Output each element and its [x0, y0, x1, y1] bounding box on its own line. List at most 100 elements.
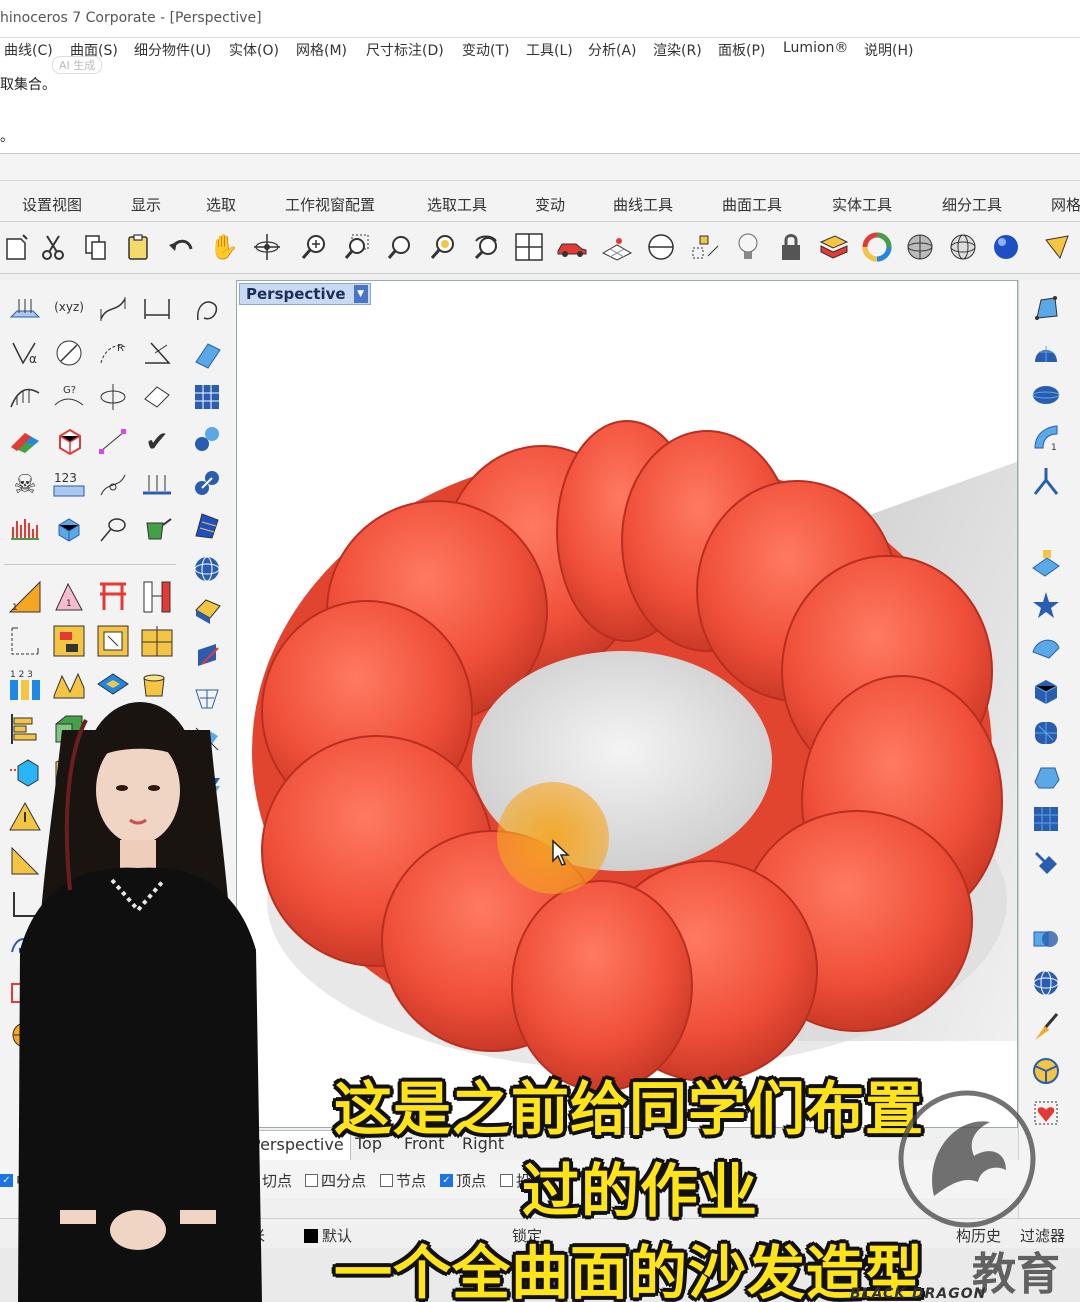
- zoom-selected-icon[interactable]: [426, 230, 460, 264]
- cube-icon[interactable]: [1027, 672, 1065, 710]
- menu-transform[interactable]: 变动(T): [462, 40, 509, 60]
- render-cone-icon[interactable]: [1040, 230, 1074, 264]
- surface-grid-icon[interactable]: [188, 378, 226, 416]
- chamfer-icon[interactable]: 1: [50, 578, 88, 616]
- brush-icon[interactable]: [1027, 1008, 1065, 1046]
- sphere-grid-icon[interactable]: [188, 550, 226, 588]
- angle-measure-icon[interactable]: [138, 334, 176, 372]
- lock-icon[interactable]: [774, 230, 808, 264]
- split-view-icon[interactable]: [138, 622, 176, 660]
- distance-icon[interactable]: [50, 334, 88, 372]
- curvature-graph-icon[interactable]: [6, 378, 44, 416]
- histogram-icon[interactable]: [6, 510, 44, 548]
- control-point-icon[interactable]: [1027, 290, 1065, 328]
- loft-icon[interactable]: [188, 592, 226, 630]
- cplane-icon[interactable]: [644, 230, 678, 264]
- lasso-icon[interactable]: [94, 510, 132, 548]
- star-icon[interactable]: [1027, 586, 1065, 624]
- menu-tools[interactable]: 工具(L): [526, 40, 573, 60]
- pipe-icon[interactable]: [188, 420, 226, 458]
- undo-icon[interactable]: [164, 230, 198, 264]
- extrude-icon[interactable]: [188, 636, 226, 674]
- shaded-sphere-icon[interactable]: [903, 230, 937, 264]
- light-bulb-icon[interactable]: [731, 230, 765, 264]
- xyz-coordinate-icon[interactable]: (xyz): [50, 288, 88, 326]
- sphere-mesh-icon[interactable]: [1027, 714, 1065, 752]
- checkbox-icon[interactable]: [305, 1174, 318, 1187]
- boolean-icon[interactable]: [1027, 920, 1065, 958]
- osnap-knot[interactable]: 节点: [380, 1170, 426, 1191]
- area-icon[interactable]: [138, 378, 176, 416]
- car-render-icon[interactable]: [555, 230, 589, 264]
- draft-angle-icon[interactable]: [138, 466, 176, 504]
- zoom-icon[interactable]: [297, 230, 331, 264]
- menu-mesh[interactable]: 网格(M): [296, 40, 347, 60]
- volume-box-icon[interactable]: [50, 510, 88, 548]
- menu-solid[interactable]: 实体(O): [229, 40, 279, 60]
- zoom-window-icon[interactable]: [340, 230, 374, 264]
- detail-view-icon[interactable]: [94, 622, 132, 660]
- edge-analysis-icon[interactable]: [50, 422, 88, 460]
- wireframe-sphere-icon[interactable]: [946, 230, 980, 264]
- sweep-surface-icon[interactable]: [188, 506, 226, 544]
- tab-set-view[interactable]: 设置视图: [22, 194, 82, 215]
- menu-dimension[interactable]: 尺寸标注(D): [366, 40, 444, 60]
- command-prompt[interactable]: [0, 154, 1080, 180]
- bounding-arrows-icon[interactable]: [6, 622, 44, 660]
- osnap-vertex[interactable]: ✓ 顶点: [440, 1170, 486, 1191]
- tab-mesh-tools[interactable]: 网格: [1051, 194, 1080, 215]
- ellipsoid-icon[interactable]: [1027, 376, 1065, 414]
- tab-display[interactable]: 显示: [131, 194, 161, 215]
- color-wheel-icon[interactable]: [860, 230, 894, 264]
- new-file-icon[interactable]: [0, 230, 34, 264]
- named-cplane-icon[interactable]: [688, 230, 722, 264]
- numbering-icon[interactable]: 123: [50, 466, 88, 504]
- zoom-extents-icon[interactable]: [383, 230, 417, 264]
- curve-from-icon[interactable]: [188, 292, 226, 330]
- paste-icon[interactable]: [121, 230, 155, 264]
- continuity-g2-icon[interactable]: G?: [50, 378, 88, 416]
- grid-plane-icon[interactable]: [600, 230, 634, 264]
- menu-render[interactable]: 渲染(R): [653, 40, 702, 60]
- zebra-analysis-icon[interactable]: [6, 422, 44, 460]
- osnap-quadrant[interactable]: 四分点: [305, 1170, 366, 1191]
- curve-endpoints-icon[interactable]: [94, 466, 132, 504]
- sphere-globe-icon[interactable]: [1027, 964, 1065, 1002]
- pipe-joint-icon[interactable]: [188, 464, 226, 502]
- menu-subd[interactable]: 细分物件(U): [134, 40, 211, 60]
- checkbox-icon[interactable]: [380, 1174, 393, 1187]
- wrench-icon[interactable]: [1027, 844, 1065, 882]
- skull-icon[interactable]: ☠: [6, 466, 44, 504]
- tab-transform[interactable]: 变动: [535, 194, 565, 215]
- tab-select[interactable]: 选取: [206, 194, 236, 215]
- mesh-grid-icon[interactable]: [1027, 800, 1065, 838]
- blend-edge-icon[interactable]: [94, 578, 132, 616]
- paint-bucket-icon[interactable]: [138, 510, 176, 548]
- radius-icon[interactable]: R: [94, 334, 132, 372]
- tab-surface-tools[interactable]: 曲面工具: [722, 194, 782, 215]
- checkbox-icon[interactable]: [500, 1174, 513, 1187]
- tab-subd-tools[interactable]: 细分工具: [942, 194, 1002, 215]
- points-on-plane-icon[interactable]: [6, 290, 44, 328]
- bounding-box-icon[interactable]: [94, 378, 132, 416]
- pan-hand-icon[interactable]: ✋: [207, 230, 241, 264]
- undo-view-icon[interactable]: [469, 230, 503, 264]
- tab-viewport-layout[interactable]: 工作视窗配置: [285, 194, 375, 215]
- curve-distance-icon[interactable]: [94, 290, 132, 328]
- tripod-icon[interactable]: [1027, 462, 1065, 500]
- checkbox-checked-icon[interactable]: ✓: [440, 1174, 453, 1187]
- angle-icon[interactable]: α: [6, 334, 44, 372]
- tab-curve-tools[interactable]: 曲线工具: [613, 194, 673, 215]
- perspective-viewport[interactable]: Perspective ▼: [236, 280, 1018, 1128]
- menu-lumion[interactable]: Lumion®: [783, 40, 848, 56]
- arch-surface-icon[interactable]: 1: [1027, 418, 1065, 456]
- layout-grid-icon[interactable]: [50, 622, 88, 660]
- points-line-icon[interactable]: [94, 422, 132, 460]
- rounded-box-icon[interactable]: [1027, 758, 1065, 796]
- rendered-sphere-icon[interactable]: [989, 230, 1023, 264]
- shell-icon[interactable]: [1027, 628, 1065, 666]
- menu-curve[interactable]: 曲线(C): [4, 40, 53, 60]
- cut-icon[interactable]: [36, 230, 70, 264]
- plane-object-icon[interactable]: [1027, 544, 1065, 582]
- four-viewports-icon[interactable]: [512, 230, 546, 264]
